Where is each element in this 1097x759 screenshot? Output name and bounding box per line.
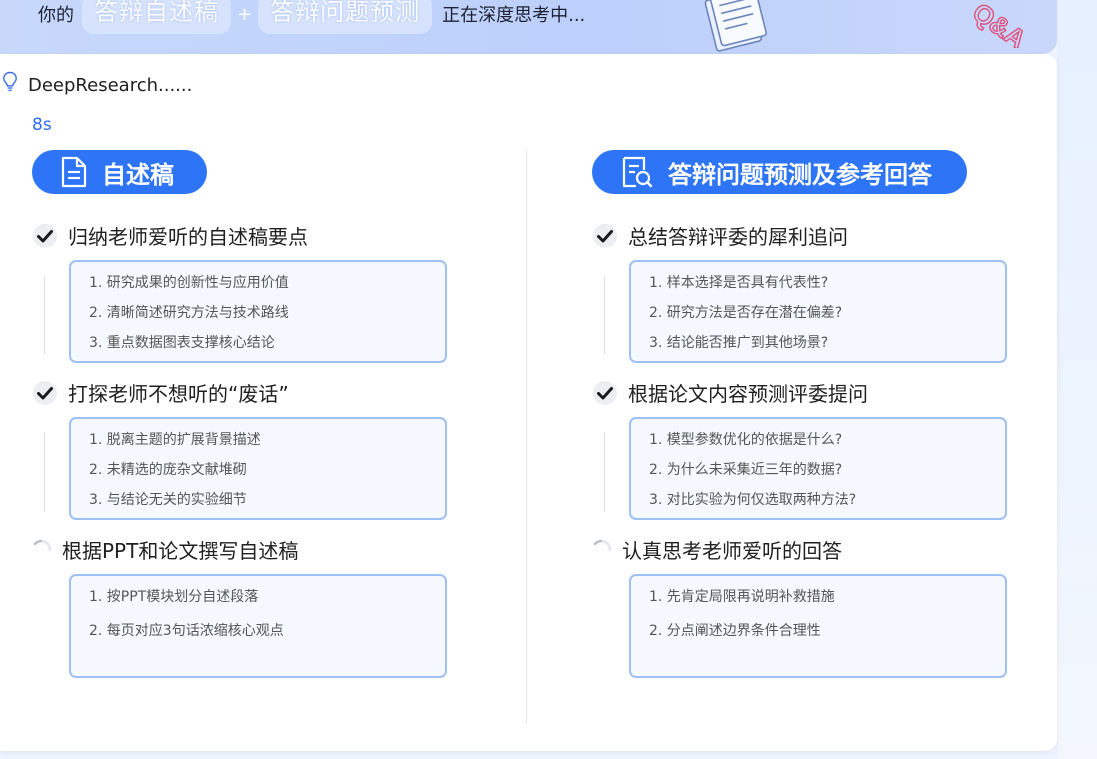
detail-item: 2. 研究方法是否存在潜在偏差? [649,305,843,321]
banner-status: 正在深度思考中... [442,5,586,26]
detail-box: 1. 模型参数优化的依据是什么? 2. 为什么未采集近三年的数据? 3. 对比实… [629,417,1007,520]
step-label: 归纳老师爱听的自述稿要点 [68,225,308,249]
panel-title: DeepResearch...... [28,75,193,96]
check-icon [593,223,617,248]
document-illustration-icon [704,0,767,52]
detail-item: 3. 对比实验为何仅选取两种方法? [649,492,857,508]
detail-box: 1. 研究成果的创新性与应用价值 2. 清晰简述研究方法与技术路线 3. 重点数… [69,260,447,363]
step-label: 根据PPT和论文撰写自述稿 [62,539,299,563]
detail-item: 2. 为什么未采集近三年的数据? [649,462,843,478]
section-badge-label: 答辩问题预测及参考回答 [668,160,932,189]
step-label: 总结答辩评委的犀利追问 [628,225,848,249]
step-label: 打探老师不想听的“废话” [68,382,289,406]
step-avoid-filler: 打探老师不想听的“废话” [32,378,289,407]
detail-item: 1. 研究成果的创新性与应用价值 [89,275,289,291]
detail-item: 1. 先肯定局限再说明补救措施 [649,589,835,605]
detail-box: 1. 按PPT模块划分自述段落 2. 每页对应3句话浓缩核心观点 [69,574,447,678]
banner-plus: + [237,3,253,25]
detail-item: 3. 与结论无关的实验细节 [89,492,247,508]
spinner-icon [33,539,52,551]
detail-item: 1. 脱离主题的扩展背景描述 [89,432,261,448]
step-write-statement: 根据PPT和论文撰写自述稿 [30,535,298,564]
detail-item: 1. 样本选择是否具有代表性? [649,275,829,291]
column-divider [526,150,527,724]
check-icon [33,380,57,405]
step-label: 根据论文内容预测评委提问 [628,382,868,406]
section-badge-question-prediction: 答辩问题预测及参考回答 [592,150,967,194]
step-label: 认真思考老师爱听的回答 [622,539,842,563]
detail-item: 3. 结论能否推广到其他场景? [649,335,829,351]
step-connector [604,433,605,511]
section-badge-self-statement: 自述稿 [32,150,207,194]
check-icon [33,223,57,248]
svg-text:Q&A: Q&A [967,0,1032,48]
detail-item: 2. 每页对应3句话浓缩核心观点 [89,623,284,639]
qa-stamp-icon: Q&A [966,0,1032,48]
step-connector [44,433,45,511]
step-connector [604,276,605,354]
spinner-icon [593,539,612,551]
step-connector [44,276,45,354]
banner-prefix: 你的 [38,5,74,26]
detail-item: 2. 未精选的庞杂文献堆砌 [89,462,247,478]
detail-box: 1. 先肯定局限再说明补救措施 2. 分点阐述边界条件合理性 [629,574,1007,678]
detail-item: 1. 按PPT模块划分自述段落 [89,589,259,605]
check-icon [593,380,617,405]
step-sharp-questions: 总结答辩评委的犀利追问 [592,221,848,250]
document-icon [60,156,88,188]
detail-box: 1. 样本选择是否具有代表性? 2. 研究方法是否存在潜在偏差? 3. 结论能否… [629,260,1007,363]
detail-box: 1. 脱离主题的扩展背景描述 2. 未精选的庞杂文献堆砌 3. 与结论无关的实验… [69,417,447,520]
elapsed-time: 8s [32,115,52,135]
detail-item: 1. 模型参数优化的依据是什么? [649,432,843,448]
detail-item: 2. 清晰简述研究方法与技术路线 [89,305,289,321]
detail-item: 3. 重点数据图表支撑核心结论 [89,335,275,351]
banner-row: 你的 答辩自述稿 + 答辩问题预测 正在深度思考中... [38,0,586,34]
detail-item: 2. 分点阐述边界条件合理性 [649,623,821,639]
top-banner: 你的 答辩自述稿 + 答辩问题预测 正在深度思考中... Q&A [0,0,1057,54]
search-document-icon [620,155,654,189]
banner-pill-question-prediction: 答辩问题预测 [258,0,433,34]
section-badge-label: 自述稿 [102,160,174,189]
right-edge-background [1057,0,1097,759]
banner-pill-self-statement: 答辩自述稿 [82,0,231,34]
step-answer-prep: 认真思考老师爱听的回答 [590,535,842,564]
step-predict-questions: 根据论文内容预测评委提问 [592,378,868,407]
step-summarize-points: 归纳老师爱听的自述稿要点 [32,221,308,250]
bulb-icon [3,71,17,92]
deep-research-panel: DeepResearch...... 8s 自述稿 归纳老师爱听的自述稿要点 1… [0,54,1057,751]
